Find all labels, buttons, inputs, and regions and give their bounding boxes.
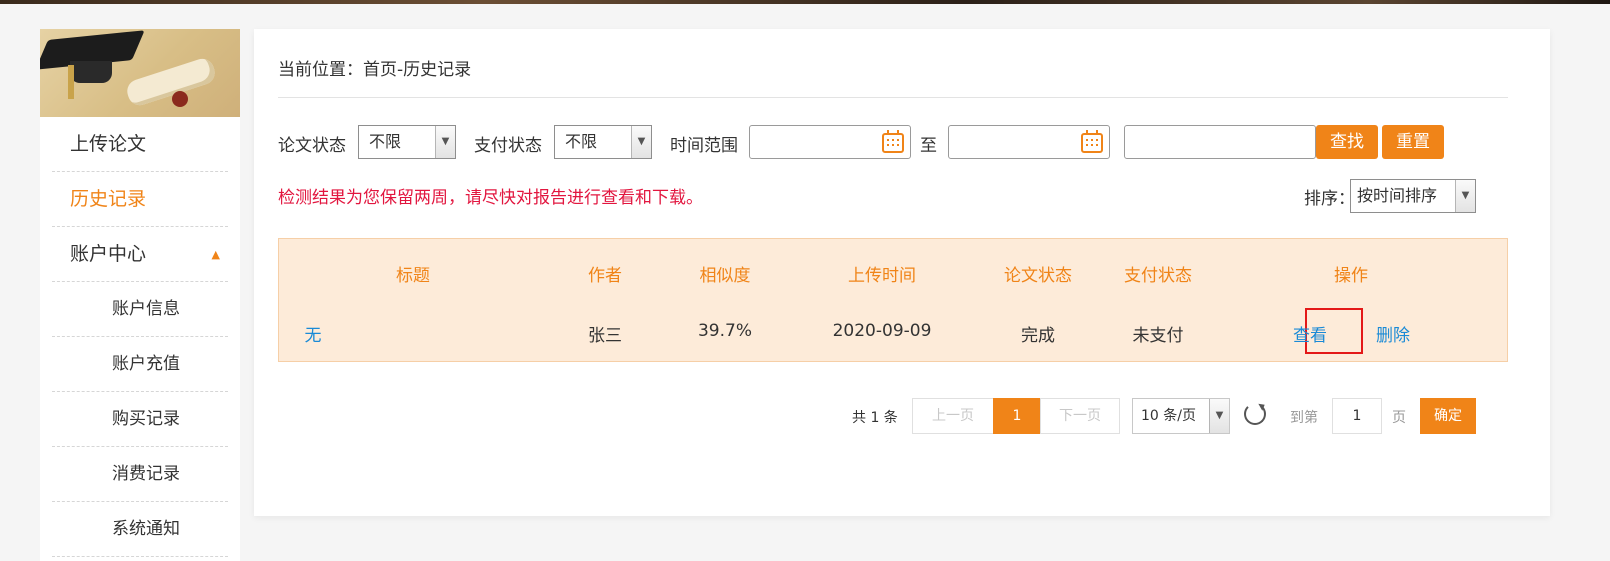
breadcrumb: 当前位置：首页-历史记录	[278, 60, 472, 80]
total-count: 共 1 条	[852, 410, 898, 426]
paper-status-select[interactable]: 不限 ▼	[358, 125, 456, 159]
sidebar-item-account-info[interactable]: 账户信息	[52, 282, 228, 337]
triangle-up-icon: ▲	[211, 248, 220, 261]
page-1-button[interactable]: 1	[993, 398, 1041, 434]
divider	[278, 97, 1508, 98]
view-link[interactable]: 查看	[1293, 321, 1327, 346]
page-unit-label: 页	[1392, 410, 1406, 426]
chevron-down-icon: ▼	[435, 126, 455, 158]
to-label: 至	[920, 136, 937, 156]
col-header-similarity: 相似度	[699, 266, 751, 286]
sidebar-item-purchase-records[interactable]: 购买记录	[52, 392, 228, 447]
row-author: 张三	[588, 326, 622, 346]
col-header-paper-status: 论文状态	[1004, 266, 1072, 286]
page-size-select[interactable]: 10 条/页 ▼	[1132, 398, 1230, 434]
calendar-icon[interactable]	[882, 130, 904, 153]
next-page-button[interactable]: 下一页	[1040, 398, 1120, 434]
filter-bar: 论文状态 不限 ▼ 支付状态 不限 ▼ 时间范围 至 查找 重置	[278, 125, 1518, 161]
main-panel: 当前位置：首页-历史记录 论文状态 不限 ▼ 支付状态 不限 ▼ 时间范围 至 …	[254, 29, 1550, 516]
calendar-icon[interactable]	[1081, 130, 1103, 153]
history-table: 标题 作者 相似度 上传时间 论文状态 支付状态 操作 无 张三 39.7% 2…	[278, 238, 1508, 362]
pay-status-select[interactable]: 不限 ▼	[554, 125, 652, 159]
col-header-upload-time: 上传时间	[848, 266, 916, 286]
end-date-input[interactable]	[948, 125, 1110, 159]
row-pay-status: 未支付	[1132, 326, 1184, 346]
start-date-input[interactable]	[749, 125, 911, 159]
sort-label: 排序：	[1304, 189, 1355, 209]
row-paper-status: 完成	[1021, 326, 1055, 346]
pagination: 共 1 条 上一页 1 下一页 10 条/页 ▼ 到第 1 页 确定	[254, 398, 1550, 434]
chevron-down-icon: ▼	[631, 126, 651, 158]
retention-notice: 检测结果为您保留两周，请尽快对报告进行查看和下载。	[278, 188, 703, 208]
sidebar-item-consumption-records[interactable]: 消费记录	[52, 447, 228, 502]
col-header-pay-status: 支付状态	[1124, 266, 1192, 286]
col-header-title: 标题	[396, 266, 430, 286]
sidebar-item-account-recharge[interactable]: 账户充值	[52, 337, 228, 392]
chevron-down-icon: ▼	[1209, 399, 1229, 433]
col-header-author: 作者	[588, 266, 622, 286]
pay-status-label: 支付状态	[474, 136, 542, 156]
goto-page-input[interactable]: 1	[1332, 398, 1382, 434]
goto-label: 到第	[1290, 410, 1318, 426]
search-button[interactable]: 查找	[1316, 125, 1378, 159]
reset-button[interactable]: 重置	[1382, 125, 1444, 159]
sidebar: 上传论文 历史记录 账户中心 ▲ 账户信息 账户充值 购买记录 消费记录 系统通…	[40, 29, 240, 561]
row-similarity: 39.7%	[697, 321, 753, 341]
refresh-icon[interactable]	[1244, 403, 1266, 425]
sidebar-item-account-center[interactable]: 账户中心 ▲	[52, 227, 228, 282]
col-header-actions: 操作	[1334, 266, 1368, 286]
goto-confirm-button[interactable]: 确定	[1420, 398, 1476, 434]
row-upload-time: 2020-09-09	[832, 321, 932, 341]
time-range-label: 时间范围	[670, 136, 738, 156]
top-decor-bar	[0, 0, 1610, 4]
sidebar-item-upload-paper[interactable]: 上传论文	[52, 117, 228, 172]
graduation-cap-icon	[40, 29, 240, 117]
paper-status-label: 论文状态	[278, 136, 346, 156]
sort-select[interactable]: 按时间排序 ▼	[1350, 179, 1476, 213]
row-title-link[interactable]: 无	[305, 321, 322, 346]
chevron-down-icon: ▼	[1455, 180, 1475, 212]
sidebar-item-system-notice[interactable]: 系统通知	[52, 502, 228, 557]
keyword-input[interactable]	[1124, 125, 1316, 159]
sidebar-item-history[interactable]: 历史记录	[52, 172, 228, 227]
delete-link[interactable]: 删除	[1376, 321, 1410, 346]
prev-page-button[interactable]: 上一页	[912, 398, 994, 434]
